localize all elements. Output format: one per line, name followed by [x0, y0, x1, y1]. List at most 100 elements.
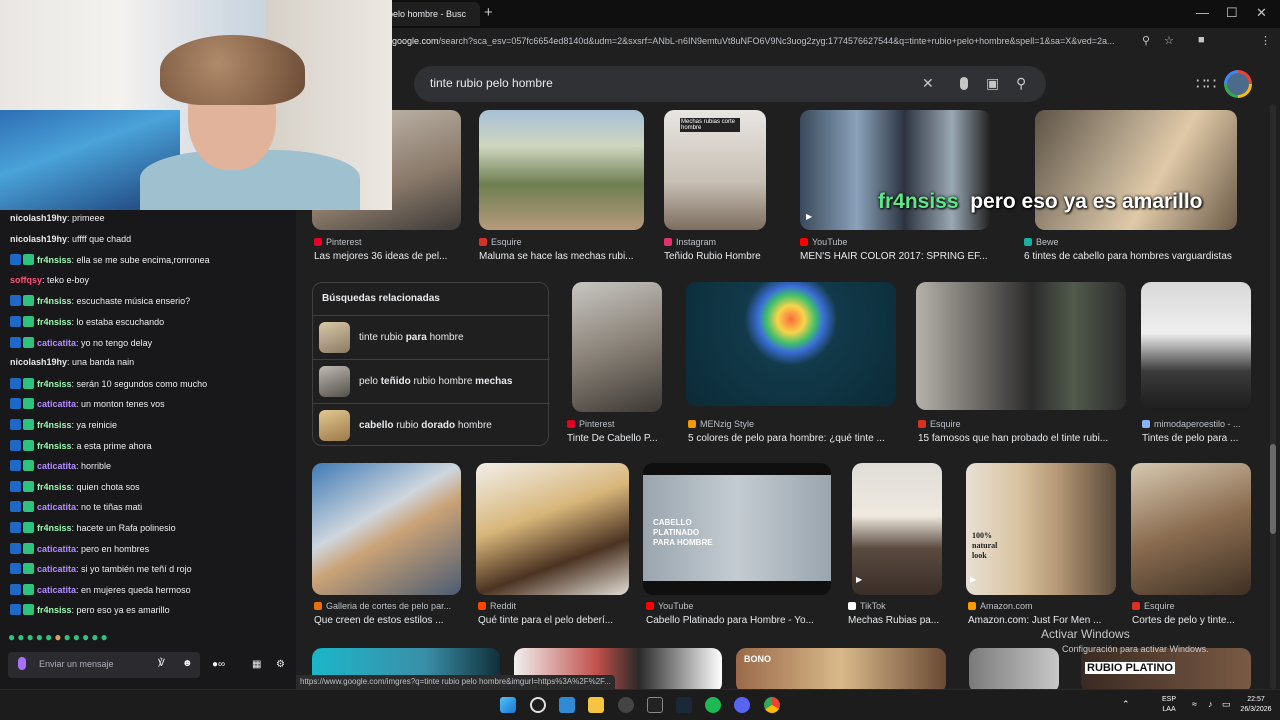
result-title[interactable]: Cortes de pelo y tinte... — [1132, 615, 1252, 626]
page-scrollbar[interactable] — [1270, 104, 1276, 689]
discord-icon[interactable] — [734, 697, 750, 713]
chat-username[interactable]: nicolash19hy — [10, 234, 67, 244]
search-icon[interactable]: ⚲ — [1016, 75, 1026, 92]
clock[interactable]: 22:57 26/3/2026 — [1236, 695, 1276, 715]
result-title[interactable]: 15 famosos que han probado el tinte rubi… — [918, 433, 1128, 444]
result-title[interactable]: MEN'S HAIR COLOR 2017: SPRING EF... — [800, 251, 1000, 262]
chat-username[interactable]: nicolash19hy — [10, 213, 67, 223]
result-title[interactable]: Las mejores 36 ideas de pel... — [314, 251, 459, 262]
chat-username[interactable]: soffqsy — [10, 275, 42, 285]
volume-icon[interactable]: ♪ — [1208, 699, 1213, 709]
emoji-icon[interactable]: ☻ — [182, 658, 193, 669]
result-thumbnail[interactable]: Mechas rubias corte hombre — [664, 110, 766, 230]
epic-games-icon[interactable] — [647, 697, 663, 713]
chat-username[interactable]: caticatita — [37, 544, 76, 554]
result-title[interactable]: Tinte De Cabello P... — [567, 433, 667, 444]
translate-icon[interactable]: ℣ — [158, 658, 165, 669]
battery-icon[interactable]: ▭ — [1222, 699, 1231, 709]
chat-username[interactable]: fr4nsiss — [37, 523, 72, 533]
chat-username[interactable]: caticatita — [37, 585, 76, 595]
maximize-icon[interactable]: ☐ — [1226, 5, 1238, 21]
result-thumbnail[interactable] — [312, 463, 461, 595]
chat-username[interactable]: fr4nsiss — [37, 317, 72, 327]
emote-icon[interactable]: ●●●●● — [8, 630, 54, 644]
language-indicator[interactable]: ESP LAA — [1162, 695, 1176, 715]
result-thumbnail[interactable] — [1131, 463, 1251, 595]
result-thumbnail[interactable] — [916, 282, 1126, 410]
google-apps-icon[interactable]: ∷∷ — [1196, 74, 1216, 94]
obs-icon[interactable] — [618, 697, 634, 713]
extensions-icon[interactable]: ■ — [1198, 34, 1205, 46]
file-explorer-icon[interactable] — [588, 697, 604, 713]
voice-search-icon[interactable] — [960, 77, 968, 90]
result-thumbnail[interactable]: RUBIO PLATINO — [1081, 648, 1251, 689]
store-app-icon[interactable] — [559, 697, 575, 713]
chrome-icon[interactable] — [764, 697, 780, 713]
result-thumbnail[interactable] — [1141, 282, 1251, 410]
result-title[interactable]: Qué tinte para el pelo deberí... — [478, 615, 628, 626]
result-title[interactable]: Teñido Rubio Hombre — [664, 251, 784, 262]
rewards-icon[interactable]: ●∞ — [212, 659, 225, 670]
settings-gear-icon[interactable]: ⚙ — [276, 659, 285, 670]
new-tab-button[interactable]: + — [484, 4, 493, 21]
more-menu-icon[interactable]: ⋮ — [1260, 34, 1271, 47]
chat-username[interactable]: fr4nsiss — [37, 482, 72, 492]
result-thumbnail[interactable]: ▶ — [852, 463, 942, 595]
related-search-item[interactable]: pelo teñido rubio hombre mechas — [313, 359, 550, 403]
result-title[interactable]: Amazon.com: Just For Men ... — [968, 615, 1118, 626]
related-search-item[interactable]: tinte rubio para hombre — [313, 315, 550, 359]
result-thumbnail[interactable] — [476, 463, 629, 595]
chat-username[interactable]: caticatita — [37, 399, 76, 409]
search-box[interactable]: tinte rubio pelo hombre ✕ ▣ ⚲ — [414, 66, 1046, 102]
scrollbar-thumb[interactable] — [1270, 444, 1276, 534]
close-window-icon[interactable]: ✕ — [1256, 5, 1267, 21]
start-button-icon[interactable] — [500, 697, 516, 713]
related-search-item[interactable]: cabello rubio dorado hombre — [313, 403, 550, 447]
chat-username[interactable]: fr4nsiss — [37, 605, 72, 615]
result-thumbnail[interactable]: BONO — [736, 648, 946, 689]
related-search-label[interactable]: pelo teñido rubio hombre mechas — [359, 376, 512, 387]
chat-username[interactable]: caticatita — [37, 564, 76, 574]
bookmark-star-icon[interactable]: ☆ — [1164, 34, 1174, 47]
zoom-icon[interactable]: ⚲ — [1142, 34, 1150, 47]
chat-message-input[interactable]: Enviar un mensaje ℣ ☻ — [8, 652, 200, 678]
steam-icon[interactable] — [676, 697, 692, 713]
chat-username[interactable]: fr4nsiss — [37, 296, 72, 306]
result-title[interactable]: Tintes de pelo para ... — [1142, 433, 1252, 444]
result-title[interactable]: Maluma se hace las mechas rubi... — [479, 251, 644, 262]
chat-username[interactable]: nicolash19hy — [10, 357, 67, 367]
clear-search-icon[interactable]: ✕ — [922, 75, 934, 92]
url-field[interactable]: google.com/search?sca_esv=057fc6654ed814… — [392, 36, 1134, 46]
related-search-label[interactable]: tinte rubio para hombre — [359, 332, 464, 343]
mic-icon[interactable] — [18, 657, 26, 670]
result-title[interactable]: 5 colores de pelo para hombre: ¿qué tint… — [688, 433, 898, 444]
lens-search-icon[interactable]: ▣ — [986, 75, 999, 92]
chat-username[interactable]: fr4nsiss — [37, 420, 72, 430]
result-thumbnail[interactable] — [969, 648, 1059, 689]
result-title[interactable]: Que creen de estos estilos ... — [314, 615, 459, 626]
emote-icon[interactable]: ●●●●● — [64, 630, 110, 644]
chat-username[interactable]: fr4nsiss — [37, 255, 72, 265]
chat-username[interactable]: caticatita — [37, 461, 76, 471]
wifi-icon[interactable]: ≈ — [1192, 699, 1197, 709]
result-title[interactable]: 6 tintes de cabello para hombres varguar… — [1024, 251, 1264, 262]
chat-username[interactable]: caticatita — [37, 338, 76, 348]
minimize-icon[interactable]: — — [1196, 5, 1209, 20]
chat-username[interactable]: fr4nsiss — [37, 379, 72, 389]
result-title[interactable]: Cabello Platinado para Hombre - Yo... — [646, 615, 836, 626]
spotify-icon[interactable] — [705, 697, 721, 713]
result-thumbnail[interactable]: CABELLO PLATINADO PARA HOMBRE — [643, 463, 831, 595]
account-avatar[interactable] — [1224, 70, 1252, 98]
result-thumbnail[interactable]: 100% natural look ▶ — [966, 463, 1116, 595]
chat-username[interactable]: fr4nsiss — [37, 441, 72, 451]
related-search-label[interactable]: cabello rubio dorado hombre — [359, 420, 492, 431]
search-taskbar-icon[interactable] — [530, 697, 546, 713]
tray-chevron-icon[interactable]: ⌃ — [1122, 699, 1130, 709]
search-query[interactable]: tinte rubio pelo hombre — [430, 76, 553, 90]
emote-icon[interactable]: ● — [54, 630, 63, 644]
result-thumbnail[interactable] — [686, 282, 896, 406]
store-icon[interactable]: ▦ — [252, 659, 261, 670]
result-thumbnail[interactable] — [572, 282, 662, 412]
result-thumbnail[interactable] — [479, 110, 644, 230]
result-title[interactable]: Mechas Rubias pa... — [848, 615, 948, 626]
